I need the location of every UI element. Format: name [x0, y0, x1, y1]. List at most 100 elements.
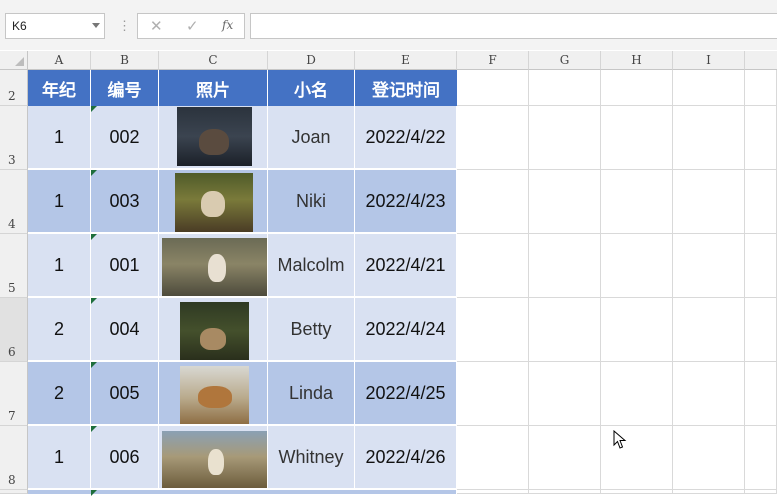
grid-cell[interactable]	[673, 426, 745, 490]
grid-cell[interactable]	[457, 70, 529, 106]
grid-cell[interactable]	[601, 234, 673, 298]
grid-cell[interactable]	[673, 70, 745, 106]
grid-cell[interactable]	[601, 490, 673, 494]
dog-photo[interactable]	[162, 238, 267, 296]
grid-cell[interactable]	[673, 170, 745, 234]
column-header-a[interactable]: A	[28, 51, 91, 70]
cell-photo[interactable]	[159, 298, 268, 362]
grid-cell[interactable]	[457, 234, 529, 298]
dropdown-arrow-icon[interactable]	[92, 23, 100, 28]
header-date[interactable]: 登记时间	[355, 70, 457, 106]
cell-grade[interactable]: 1	[28, 170, 91, 234]
cell-nickname[interactable]: Niki	[268, 170, 355, 234]
column-header-b[interactable]: B	[91, 51, 159, 70]
cell-id[interactable]: 005	[91, 362, 159, 426]
grid-cell[interactable]	[529, 170, 601, 234]
formula-input[interactable]	[250, 13, 777, 39]
row-header-8[interactable]: 8	[0, 426, 28, 490]
grid-cell[interactable]	[745, 362, 777, 426]
dog-photo[interactable]	[162, 431, 267, 488]
row-header-3[interactable]: 3	[0, 106, 28, 170]
row-header-7[interactable]: 7	[0, 362, 28, 426]
header-grade[interactable]: 年纪	[28, 70, 91, 106]
grid-cell[interactable]	[601, 426, 673, 490]
grid-cell[interactable]	[673, 362, 745, 426]
cell-nickname[interactable]: Malcolm	[268, 234, 355, 298]
row-header-2[interactable]: 2	[0, 70, 28, 106]
grid-cell[interactable]	[529, 106, 601, 170]
cell-date[interactable]: 2022/4/21	[355, 234, 457, 298]
grid-cell[interactable]	[745, 234, 777, 298]
grid-cell[interactable]	[601, 362, 673, 426]
column-header-d[interactable]: D	[268, 51, 355, 70]
cell-date[interactable]: 2022/4/23	[355, 170, 457, 234]
column-header-f[interactable]: F	[457, 51, 529, 70]
grid-cell[interactable]	[745, 298, 777, 362]
grid-cell[interactable]	[529, 234, 601, 298]
cell-grade[interactable]: 1	[28, 234, 91, 298]
column-header-g[interactable]: G	[529, 51, 601, 70]
cell-date[interactable]: 2022/4/26	[355, 426, 457, 490]
dog-photo[interactable]	[180, 366, 249, 424]
grid-cell[interactable]	[457, 362, 529, 426]
grid-cell[interactable]	[457, 170, 529, 234]
cell-grade[interactable]: 1	[28, 106, 91, 170]
row-header-5[interactable]: 5	[0, 234, 28, 298]
header-id[interactable]: 编号	[91, 70, 159, 106]
grid-cell[interactable]	[601, 106, 673, 170]
grid-cell[interactable]	[673, 298, 745, 362]
cancel-icon[interactable]: ✕	[150, 17, 163, 35]
grid-cell[interactable]	[745, 170, 777, 234]
cell-photo[interactable]	[159, 234, 268, 298]
grid-cell[interactable]	[673, 234, 745, 298]
cell-photo[interactable]	[159, 170, 268, 234]
cell-photo[interactable]	[159, 106, 268, 170]
cell-id[interactable]: 004	[91, 298, 159, 362]
header-photo[interactable]: 照片	[159, 70, 268, 106]
grid-cell[interactable]	[529, 362, 601, 426]
cell-nickname[interactable]: Whitney	[268, 426, 355, 490]
dog-photo[interactable]	[175, 173, 253, 232]
cell-nickname[interactable]: Linda	[268, 362, 355, 426]
cell-photo[interactable]	[159, 362, 268, 426]
select-all-button[interactable]	[0, 51, 28, 70]
cell-grade[interactable]: 2	[28, 298, 91, 362]
grid-cell[interactable]	[529, 426, 601, 490]
cell-id[interactable]: 002	[91, 106, 159, 170]
cell-date[interactable]: 2022/4/22	[355, 106, 457, 170]
header-nickname[interactable]: 小名	[268, 70, 355, 106]
grid-cell[interactable]	[529, 490, 601, 494]
cell-photo[interactable]	[159, 426, 268, 490]
column-header-i[interactable]: I	[673, 51, 745, 70]
dog-photo[interactable]	[177, 107, 252, 166]
function-icon[interactable]: fx	[222, 18, 233, 32]
name-box[interactable]: K6	[5, 13, 105, 39]
grid-cell[interactable]	[673, 490, 745, 494]
grid-cell[interactable]	[745, 426, 777, 490]
cell-nickname[interactable]: Betty	[268, 298, 355, 362]
grid-cell[interactable]	[529, 298, 601, 362]
cell-id[interactable]: 001	[91, 234, 159, 298]
grid-cell[interactable]	[673, 106, 745, 170]
grid-cell[interactable]	[601, 70, 673, 106]
grid-cell[interactable]	[745, 106, 777, 170]
cell-date[interactable]: 2022/4/24	[355, 298, 457, 362]
enter-icon[interactable]: ✓	[186, 17, 199, 35]
grid-cell[interactable]	[457, 298, 529, 362]
grid-cell[interactable]	[601, 170, 673, 234]
grid-cell[interactable]	[529, 70, 601, 106]
grid-cell[interactable]	[745, 490, 777, 494]
dog-photo[interactable]	[180, 302, 249, 360]
column-header-h[interactable]: H	[601, 51, 673, 70]
row-header-next[interactable]	[0, 490, 28, 494]
cell-id[interactable]: 006	[91, 426, 159, 490]
grid-cell[interactable]	[745, 70, 777, 106]
grid-cell[interactable]	[457, 106, 529, 170]
grid-cell[interactable]	[601, 298, 673, 362]
cell-grade[interactable]: 2	[28, 362, 91, 426]
row-header-6[interactable]: 6	[0, 298, 28, 362]
cell-grade[interactable]: 1	[28, 426, 91, 490]
column-header-next[interactable]	[745, 51, 777, 70]
row-header-4[interactable]: 4	[0, 170, 28, 234]
grid-cell[interactable]	[457, 426, 529, 490]
